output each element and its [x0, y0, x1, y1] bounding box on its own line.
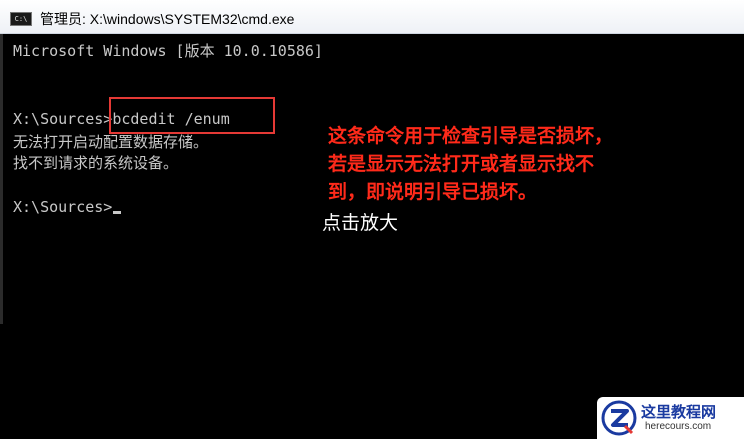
text-cursor	[113, 211, 122, 214]
window-title: 管理员: X:\windows\SYSTEM32\cmd.exe	[40, 11, 295, 27]
site-watermark: 这里教程网 herecours.com	[597, 397, 744, 439]
console-line-error-1: 无法打开启动配置数据存储。	[13, 133, 209, 151]
zoom-link[interactable]: 点击放大	[322, 208, 398, 235]
annotation-line-2: 若是显示无法打开或者显示找不	[328, 153, 595, 175]
watermark-url: herecours.com	[645, 421, 712, 432]
annotation-line-3: 到，即说明引导已损坏。	[328, 181, 538, 203]
cmd-icon: C:\	[10, 12, 32, 26]
command-highlight-box	[109, 97, 275, 134]
annotation-note: 这条命令用于检查引导是否损坏， 若是显示无法打开或者显示找不 到，即说明引导已损…	[328, 122, 728, 206]
annotation-line-1: 这条命令用于检查引导是否损坏，	[328, 125, 614, 147]
window-titlebar: C:\ 管理员: X:\windows\SYSTEM32\cmd.exe	[0, 0, 744, 34]
console-line-prompt: X:\Sources>	[13, 198, 122, 216]
console-line-version: Microsoft Windows [版本 10.0.10586]	[13, 42, 323, 60]
watermark-name: 这里教程网	[641, 403, 717, 421]
z-logo-icon	[601, 400, 637, 436]
console-line-error-2: 找不到请求的系统设备。	[13, 154, 179, 172]
prompt-text: X:\Sources>	[13, 198, 113, 216]
